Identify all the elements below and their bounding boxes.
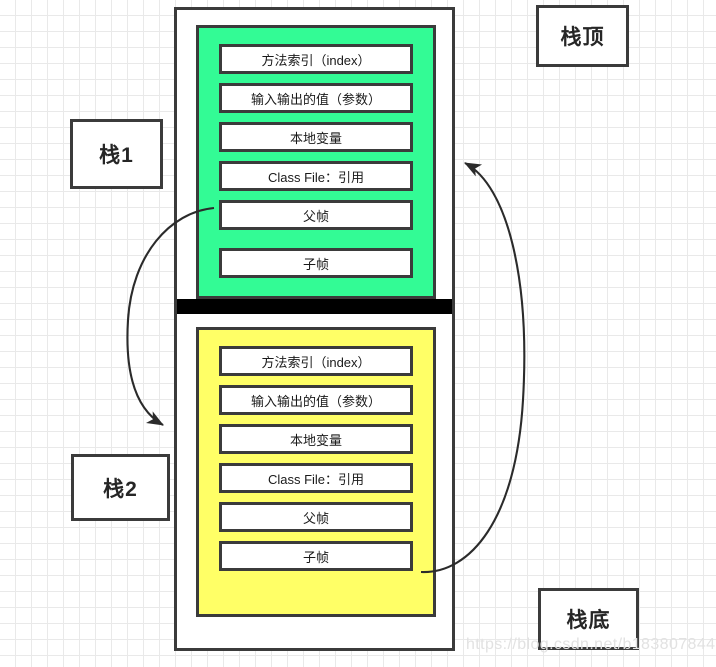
- frame2-row-io-params: 输入输出的值（参数）: [219, 385, 413, 415]
- frame1-gap-3: [219, 152, 413, 161]
- frame1-gap-1: [219, 74, 413, 83]
- frame1-gap-2: [219, 113, 413, 122]
- frame1-gap-5: [219, 230, 413, 248]
- watermark-text: https://blog.csdn.net/b1838078442: [466, 636, 716, 653]
- frame1-gap-4: [219, 191, 413, 200]
- stack-one-label: 栈1: [70, 119, 163, 189]
- frame2-gap-1: [219, 376, 413, 385]
- frame2-row-method-index: 方法索引（index）: [219, 346, 413, 376]
- frame1-row-local-vars: 本地变量: [219, 122, 413, 152]
- frame1-row-child-frame: 子帧: [219, 248, 413, 278]
- stack-frame-1-rows: 方法索引（index） 输入输出的值（参数） 本地变量 Class File：引…: [199, 28, 433, 296]
- frame1-row-parent-frame: 父帧: [219, 200, 413, 230]
- frame1-row-io-params: 输入输出的值（参数）: [219, 83, 413, 113]
- frame2-gap-5: [219, 532, 413, 541]
- frame2-row-class-file-ref: Class File：引用: [219, 463, 413, 493]
- frame2-gap-3: [219, 454, 413, 463]
- stack-top-label-text: 栈顶: [560, 26, 605, 49]
- frame1-row-class-file-ref: Class File：引用: [219, 161, 413, 191]
- frame2-gap-2: [219, 415, 413, 424]
- stack-two-label: 栈2: [71, 454, 170, 521]
- stack-divider-bar: [177, 299, 452, 314]
- stack-container: 方法索引（index） 输入输出的值（参数） 本地变量 Class File：引…: [174, 7, 455, 651]
- stack-frame-1-block: 方法索引（index） 输入输出的值（参数） 本地变量 Class File：引…: [196, 25, 436, 299]
- stack-frame-2-rows: 方法索引（index） 输入输出的值（参数） 本地变量 Class File：引…: [199, 330, 433, 614]
- frame2-row-child-frame: 子帧: [219, 541, 413, 571]
- stack-two-label-text: 栈2: [103, 477, 138, 501]
- frame2-row-local-vars: 本地变量: [219, 424, 413, 454]
- stack-top-label: 栈顶: [536, 5, 629, 67]
- frame2-gap-4: [219, 493, 413, 502]
- frame2-row-parent-frame: 父帧: [219, 502, 413, 532]
- stack-bottom-label-text: 栈底: [566, 609, 611, 632]
- frame1-row-method-index: 方法索引（index）: [219, 44, 413, 74]
- stack-one-label-text: 栈1: [99, 144, 134, 167]
- stack-frame-2-block: 方法索引（index） 输入输出的值（参数） 本地变量 Class File：引…: [196, 327, 436, 617]
